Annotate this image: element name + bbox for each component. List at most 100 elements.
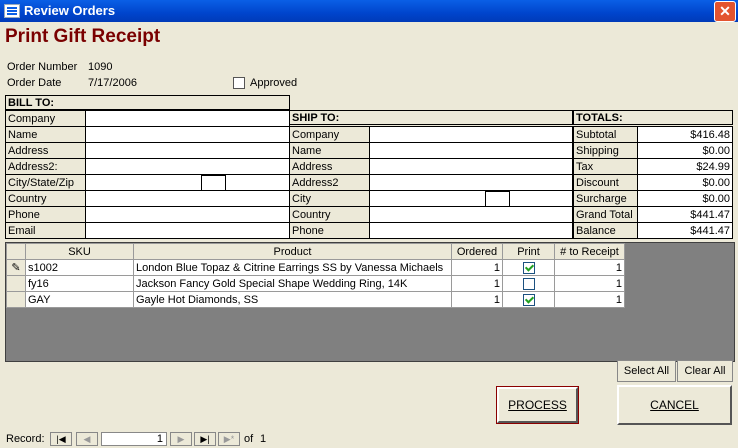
ship-country-label: Country <box>289 206 370 223</box>
bill-phone-field[interactable] <box>85 206 290 223</box>
print-checkbox[interactable] <box>522 277 535 290</box>
col-to-receipt[interactable]: # to Receipt <box>554 243 625 260</box>
tax-label: Tax <box>573 158 638 175</box>
cancel-button[interactable]: CANCEL <box>617 385 732 425</box>
sku-cell[interactable]: GAY <box>25 291 134 308</box>
new-record-button[interactable]: ▶* <box>218 432 240 446</box>
product-cell[interactable]: London Blue Topaz & Citrine Earrings SS … <box>133 259 452 276</box>
order-number-label: Order Number <box>7 61 78 73</box>
grand-total-value: $441.47 <box>637 206 733 223</box>
ship-city-field[interactable] <box>369 190 573 207</box>
print-checkbox[interactable] <box>522 293 535 306</box>
next-record-button[interactable]: ▶ <box>170 432 192 446</box>
table-row[interactable]: ✎ s1002 London Blue Topaz & Citrine Earr… <box>6 259 625 276</box>
bill-address2-field[interactable] <box>85 158 290 175</box>
sku-cell[interactable]: s1002 <box>25 259 134 276</box>
discount-value: $0.00 <box>637 174 733 191</box>
print-checkbox[interactable] <box>522 261 535 274</box>
bill-state-field[interactable] <box>201 175 226 191</box>
ordered-cell[interactable]: 1 <box>451 259 503 276</box>
table-row[interactable]: GAY Gayle Hot Diamonds, SS 1 1 <box>6 291 625 308</box>
ship-country-field[interactable] <box>369 206 573 223</box>
record-number-input[interactable]: 1 <box>101 432 167 446</box>
ship-to-table: Company Name Address Address2 City Count… <box>289 126 573 239</box>
col-sku[interactable]: SKU <box>25 243 134 260</box>
bill-address2-label: Address2: <box>5 158 86 175</box>
receipt-cell[interactable]: 1 <box>554 275 625 292</box>
order-number-value: 1090 <box>88 61 113 73</box>
bill-to-table: Company Name Address Address2: City/Stat… <box>5 110 290 239</box>
new-record-icon: ▶* <box>223 434 235 444</box>
previous-record-button[interactable]: ◀ <box>76 432 98 446</box>
last-record-button[interactable]: ▶| <box>194 432 216 446</box>
ship-address-label: Address <box>289 158 370 175</box>
ordered-cell[interactable]: 1 <box>451 275 503 292</box>
bill-city-field[interactable] <box>85 174 290 191</box>
bill-name-field[interactable] <box>85 126 290 143</box>
bill-to-header: BILL TO: <box>5 95 290 110</box>
title-bar: Review Orders ✕ <box>0 0 738 22</box>
ship-to-header: SHIP TO: <box>289 110 573 125</box>
print-cell[interactable] <box>502 275 555 292</box>
shipping-label: Shipping <box>573 142 638 159</box>
table-row[interactable]: fy16 Jackson Fancy Gold Special Shape We… <box>6 275 625 292</box>
tax-value: $24.99 <box>637 158 733 175</box>
line-items-datasheet: SKU Product Ordered Print # to Receipt ✎… <box>5 242 735 362</box>
ship-state-field[interactable] <box>485 191 510 207</box>
sku-cell[interactable]: fy16 <box>25 275 134 292</box>
line-items-table: SKU Product Ordered Print # to Receipt ✎… <box>6 243 625 308</box>
col-product[interactable]: Product <box>133 243 452 260</box>
table-header-row: SKU Product Ordered Print # to Receipt <box>6 243 625 260</box>
bill-company-field[interactable] <box>85 110 290 127</box>
col-print[interactable]: Print <box>502 243 555 260</box>
print-cell[interactable] <box>502 291 555 308</box>
ship-phone-field[interactable] <box>369 222 573 239</box>
ordered-cell[interactable]: 1 <box>451 291 503 308</box>
row-selector[interactable]: ✎ <box>6 259 26 276</box>
receipt-cell[interactable]: 1 <box>554 259 625 276</box>
row-selector-header[interactable] <box>6 243 26 260</box>
process-button[interactable]: PROCESS <box>496 386 579 424</box>
receipt-cell[interactable]: 1 <box>554 291 625 308</box>
first-record-button[interactable]: |◀ <box>50 432 72 446</box>
close-button[interactable]: ✕ <box>714 1 736 22</box>
balance-label: Balance <box>573 222 638 239</box>
bill-address-field[interactable] <box>85 142 290 159</box>
order-date-value: 7/17/2006 <box>88 77 137 89</box>
ship-name-field[interactable] <box>369 142 573 159</box>
subtotal-value: $416.48 <box>637 126 733 143</box>
shipping-value: $0.00 <box>637 142 733 159</box>
bill-name-label: Name <box>5 126 86 143</box>
pencil-icon: ✎ <box>11 262 21 274</box>
ship-company-field[interactable] <box>369 126 573 143</box>
clear-all-button[interactable]: Clear All <box>677 360 733 382</box>
bill-email-field[interactable] <box>85 222 290 239</box>
discount-label: Discount <box>573 174 638 191</box>
ship-address2-label: Address2 <box>289 174 370 191</box>
print-cell[interactable] <box>502 259 555 276</box>
window-title: Review Orders <box>24 3 116 18</box>
totals-header: TOTALS: <box>573 110 733 125</box>
row-selector[interactable] <box>6 275 26 292</box>
bill-country-field[interactable] <box>85 190 290 207</box>
process-label: PROCESS <box>508 398 567 412</box>
subtotal-label: Subtotal <box>573 126 638 143</box>
ship-city-label: City <box>289 190 370 207</box>
approved-label: Approved <box>250 77 298 89</box>
ship-address-field[interactable] <box>369 158 573 175</box>
select-all-button[interactable]: Select All <box>617 360 676 382</box>
order-date-label: Order Date <box>7 77 62 89</box>
col-ordered[interactable]: Ordered <box>451 243 503 260</box>
ship-address2-field[interactable] <box>369 174 573 191</box>
row-selector[interactable] <box>6 291 26 308</box>
approved-checkbox[interactable] <box>233 77 245 89</box>
ship-company-label: Company <box>289 126 370 143</box>
cancel-label: CANCEL <box>650 398 699 412</box>
product-cell[interactable]: Jackson Fancy Gold Special Shape Wedding… <box>133 275 452 292</box>
totals-table: Subtotal $416.48 Shipping $0.00 Tax $24.99 … <box>573 126 733 239</box>
bill-email-label: Email <box>5 222 86 239</box>
product-cell[interactable]: Gayle Hot Diamonds, SS <box>133 291 452 308</box>
surcharge-value: $0.00 <box>637 190 733 207</box>
last-record-icon: ▶| <box>200 434 210 444</box>
record-label: Record: <box>6 433 45 445</box>
